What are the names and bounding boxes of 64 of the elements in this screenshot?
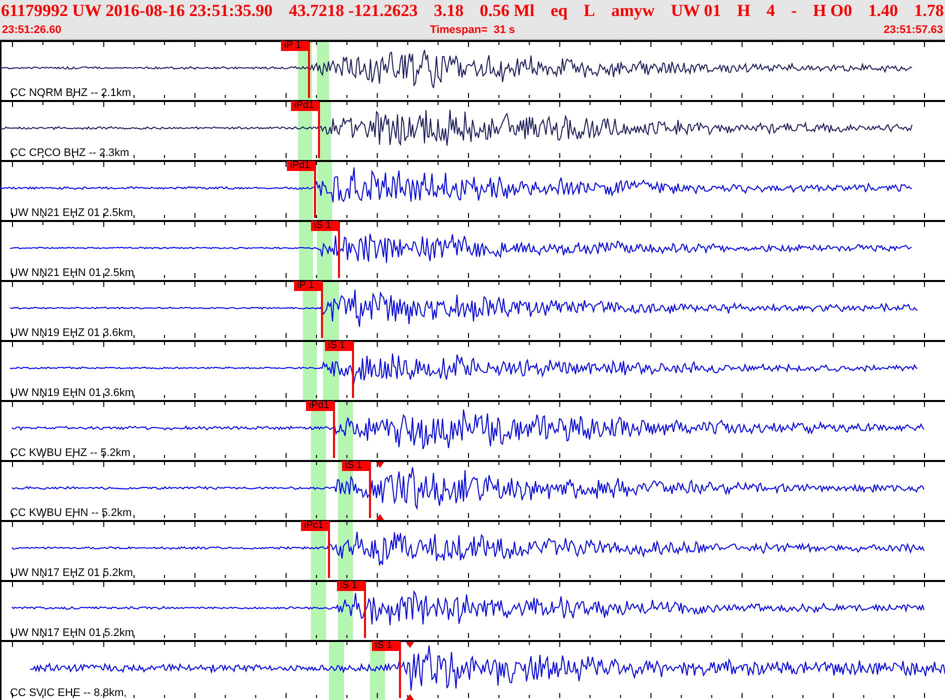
pick-line <box>352 342 354 398</box>
station-label: UW NN19 EHZ 01 3.6km <box>10 327 133 339</box>
pick-label: iS 1 <box>342 461 370 471</box>
pick-label: iS 1 <box>311 221 339 231</box>
pick-window <box>303 342 317 400</box>
event-field: UW 01 <box>670 0 722 20</box>
pick-label: iPd1 <box>291 101 319 111</box>
station-label: UW NN21 EHZ 01 2.5km <box>10 207 133 219</box>
start-time: 23:51:26.60 <box>2 24 62 36</box>
pick-line <box>333 402 335 458</box>
pick-line <box>308 42 310 98</box>
pick-window <box>323 282 339 340</box>
timespan-label: Timespan= 31 s <box>430 24 516 36</box>
pick-line <box>318 102 320 158</box>
pick-label: iPc1 <box>301 521 329 531</box>
down-triangle-icon <box>376 462 384 468</box>
event-field: 3.18 <box>434 0 464 20</box>
pick-line <box>314 162 316 218</box>
event-field: 61179992 UW 2016-08-16 23:51:35.90 <box>1 0 273 20</box>
station-label: CC KWBU EHN -- 5.2km <box>10 507 132 519</box>
station-label: UW NN19 EHN 01 3.6km <box>10 387 134 399</box>
pick-label: iS 1 <box>337 581 365 591</box>
event-field: eq <box>550 0 568 20</box>
pick-window <box>317 42 329 100</box>
station-label: UW NN17 EHN 01 5.2km <box>10 627 134 639</box>
event-field: H O0 <box>812 0 852 20</box>
pick-window <box>317 162 332 220</box>
event-field: H <box>737 0 750 20</box>
pick-window <box>338 402 353 460</box>
station-label: CC NORM BHZ -- 2.1km <box>10 87 131 99</box>
pick-line <box>338 222 340 278</box>
event-field: amyw <box>611 0 655 20</box>
pick-window <box>311 462 326 520</box>
up-triangle-icon <box>376 514 384 520</box>
event-field: L <box>584 0 596 20</box>
event-field: 1.40 <box>868 0 898 20</box>
pick-line <box>399 642 401 698</box>
pick-label: iP 1 <box>294 281 322 291</box>
pick-label: iS 1 <box>325 341 353 351</box>
pick-window <box>338 522 353 580</box>
station-label: UW NN21 EHN 01 2.5km <box>10 267 134 279</box>
station-label: CC CPCO BHZ -- 2.3km <box>10 147 130 159</box>
pick-window <box>299 222 313 280</box>
up-triangle-icon <box>406 694 414 700</box>
pick-line <box>328 522 330 578</box>
event-field: 43.7218 -121.2623 <box>288 0 418 20</box>
pick-window <box>329 642 344 700</box>
pick-label: iS 1 <box>372 641 400 651</box>
station-label: CC KWBU EHZ -- 5.2km <box>10 447 130 459</box>
pick-label: iPd1 <box>306 401 334 411</box>
down-triangle-icon <box>406 642 414 648</box>
end-time: 23:51:57.63 <box>884 24 943 36</box>
event-field: 0.56 Ml <box>480 0 535 20</box>
pick-line <box>364 582 366 638</box>
event-field: 4 <box>766 0 776 20</box>
pick-line <box>369 462 371 518</box>
pick-label: iP 1 <box>281 41 309 51</box>
pick-line <box>321 282 323 338</box>
station-label: UW NN17 EHZ 01 5.2km <box>10 567 133 579</box>
station-label: CC SVIC EHE -- 8.8km, <box>10 687 127 699</box>
event-field: - <box>791 0 797 20</box>
event-field: 1.78 <box>914 0 944 20</box>
pick-label: iPd1 <box>287 161 315 171</box>
pick-window <box>311 582 326 640</box>
